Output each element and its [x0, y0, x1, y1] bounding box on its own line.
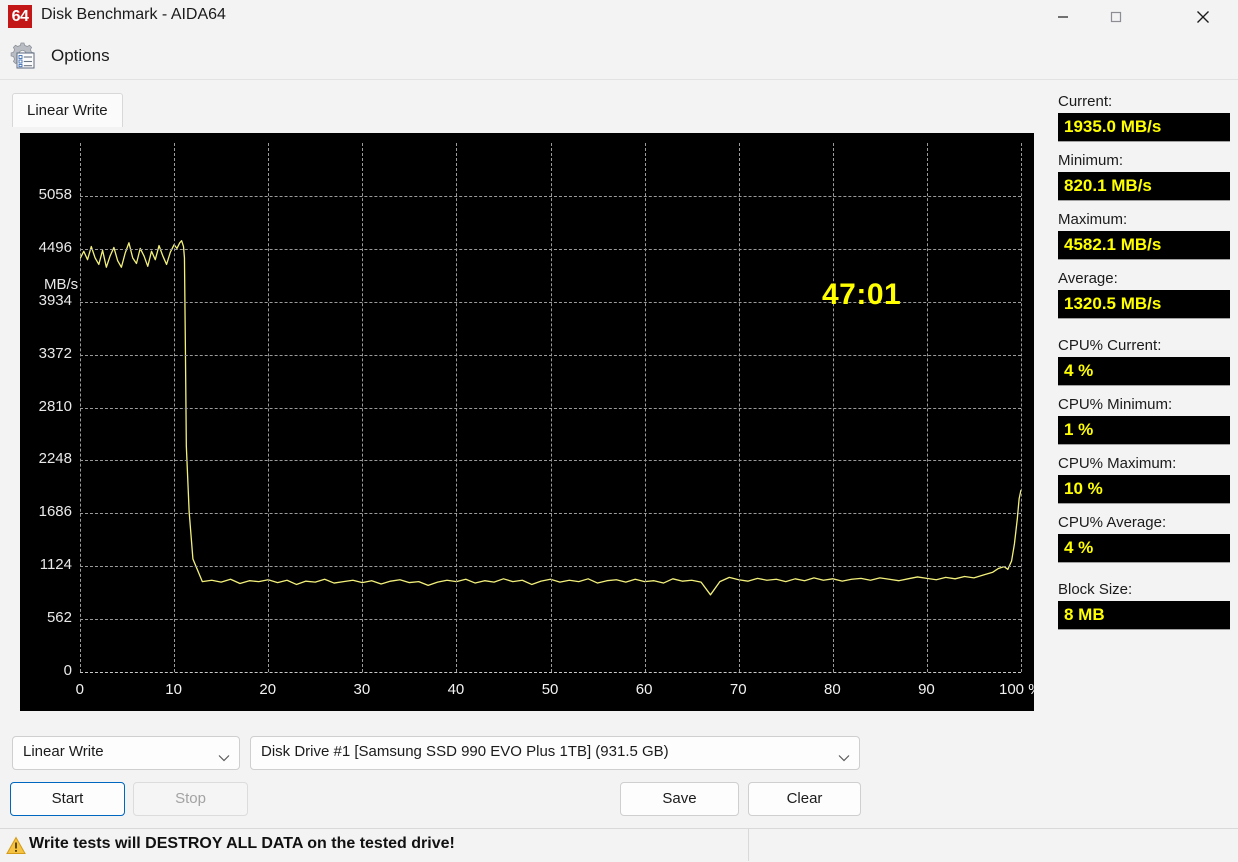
y-axis-tick-label: 3372: [38, 344, 72, 362]
options-menu-item[interactable]: Options: [8, 39, 110, 73]
status-bar-separator: [748, 828, 749, 861]
stat-value: 4 %: [1058, 357, 1230, 386]
stat-item: Current: 1935.0 MB/s: [1058, 93, 1230, 142]
stat-label: CPU% Average:: [1058, 514, 1167, 531]
y-axis-tick-label: 4496: [38, 238, 72, 256]
options-label: Options: [51, 46, 110, 65]
grid-line-vertical: [550, 143, 552, 672]
y-axis-tick-label: 5058: [38, 185, 72, 203]
x-axis-tick-label: 20: [259, 681, 277, 698]
chart-plot-area: [80, 143, 1022, 673]
stat-value: 8 MB: [1058, 601, 1230, 630]
grid-line-vertical: [926, 143, 928, 672]
gear-settings-icon: [8, 40, 42, 72]
chevron-down-icon: [838, 749, 850, 767]
stat-value: 820.1 MB/s: [1058, 172, 1230, 201]
benchmark-chart: MB/s 5058 4496 3934 3372 2810 2248 1686 1124 562…: [20, 133, 1034, 711]
y-axis-tick-label: 2810: [38, 397, 72, 415]
x-axis-tick-label: 0: [75, 681, 84, 698]
x-axis-tick-label: 70: [729, 681, 747, 698]
grid-line-vertical: [268, 143, 270, 672]
benchmark-mode-value: Linear Write: [23, 743, 104, 760]
warning-text: Write tests will DESTROY ALL DATA on the…: [29, 835, 455, 852]
grid-line-vertical: [362, 143, 364, 672]
stat-label: Average:: [1058, 270, 1118, 287]
stop-button[interactable]: Stop: [133, 782, 248, 816]
y-axis-tick-label: 0: [63, 662, 72, 679]
grid-line-vertical: [644, 143, 646, 672]
stat-label: Minimum:: [1058, 152, 1124, 169]
stat-value: 4 %: [1058, 534, 1230, 563]
stat-item: CPU% Current: 4 %: [1058, 337, 1230, 386]
x-axis-tick-label: 90: [918, 681, 935, 698]
grid-line-horizontal: [80, 672, 1021, 673]
stat-label: CPU% Minimum:: [1058, 396, 1173, 413]
aida64-logo-icon: 64: [8, 5, 32, 28]
grid-line-vertical: [832, 143, 834, 672]
tab-strip: Linear Write: [12, 93, 1034, 127]
minimize-button[interactable]: [1040, 0, 1086, 33]
stat-item: Minimum: 820.1 MB/s: [1058, 152, 1230, 201]
stat-label: Current:: [1058, 93, 1113, 110]
clear-button[interactable]: Clear: [748, 782, 861, 816]
y-axis-tick-label: 3934: [38, 291, 72, 309]
window-title: Disk Benchmark - AIDA64: [41, 6, 226, 23]
stat-value: 1935.0 MB/s: [1058, 113, 1230, 142]
warning-triangle-icon: [6, 836, 26, 860]
grid-line-vertical: [1021, 143, 1022, 672]
disk-drive-value: Disk Drive #1 [Samsung SSD 990 EVO Plus …: [261, 743, 669, 760]
maximize-button[interactable]: [1093, 0, 1139, 33]
x-axis-tick-label: 30: [353, 681, 371, 698]
menu-bar: Options: [0, 33, 1238, 80]
status-bar: Write tests will DESTROY ALL DATA on the…: [0, 828, 1238, 862]
y-axis-tick-label: 1124: [39, 556, 72, 574]
aida64-disk-benchmark-window: 64 Disk Benchmark - AIDA64 Options Linea…: [0, 0, 1238, 861]
grid-line-vertical: [738, 143, 740, 672]
y-axis-tick-label: 1686: [38, 503, 72, 521]
x-axis-tick-label: 40: [447, 681, 465, 698]
stat-value: 1 %: [1058, 416, 1230, 445]
grid-line-vertical: [456, 143, 458, 672]
disk-drive-select[interactable]: Disk Drive #1 [Samsung SSD 990 EVO Plus …: [250, 736, 860, 770]
x-axis-tick-label: 50: [541, 681, 559, 698]
stat-item: CPU% Maximum: 10 %: [1058, 455, 1230, 504]
elapsed-timer: 47:01: [822, 278, 902, 311]
stat-label: Maximum:: [1058, 211, 1128, 228]
chevron-down-icon: [218, 749, 230, 767]
stat-item: Block Size: 8 MB: [1058, 581, 1230, 630]
x-axis-tick-label: 60: [635, 681, 653, 698]
save-button[interactable]: Save: [620, 782, 739, 816]
close-icon: [1197, 10, 1209, 23]
tab-linear-write[interactable]: Linear Write: [12, 93, 123, 127]
minimize-icon: [1058, 15, 1068, 18]
grid-line-vertical: [174, 143, 176, 672]
x-axis-tick-label: 100 %: [999, 681, 1034, 698]
statistics-panel: Current: 1935.0 MB/s Minimum: 820.1 MB/s Max…: [1058, 93, 1230, 640]
start-button[interactable]: Start: [10, 782, 125, 816]
grid-line-vertical: [80, 143, 81, 672]
stat-label: CPU% Current:: [1058, 337, 1162, 354]
stat-item: Maximum: 4582.1 MB/s: [1058, 211, 1230, 260]
x-axis-tick-label: 80: [824, 681, 841, 698]
title-bar: 64 Disk Benchmark - AIDA64: [0, 0, 1238, 33]
stat-label: CPU% Maximum:: [1058, 455, 1177, 472]
x-axis-tick-label: 10: [165, 681, 182, 698]
benchmark-mode-select[interactable]: Linear Write: [12, 736, 240, 770]
stat-item: CPU% Minimum: 1 %: [1058, 396, 1230, 445]
stat-label: Block Size:: [1058, 581, 1133, 598]
maximize-icon: [1110, 11, 1122, 22]
close-button[interactable]: [1180, 0, 1226, 33]
stat-item: CPU% Average: 4 %: [1058, 514, 1230, 563]
stat-value: 4582.1 MB/s: [1058, 231, 1230, 260]
stat-item: Average: 1320.5 MB/s: [1058, 270, 1230, 319]
y-axis-tick-label: 562: [46, 609, 72, 627]
y-axis-tick-label: 2248: [38, 450, 72, 468]
stat-value: 1320.5 MB/s: [1058, 290, 1230, 319]
chart-y-axis: 5058 4496 3934 3372 2810 2248 1686 1124 562 0: [20, 143, 72, 679]
stat-value: 10 %: [1058, 475, 1230, 504]
